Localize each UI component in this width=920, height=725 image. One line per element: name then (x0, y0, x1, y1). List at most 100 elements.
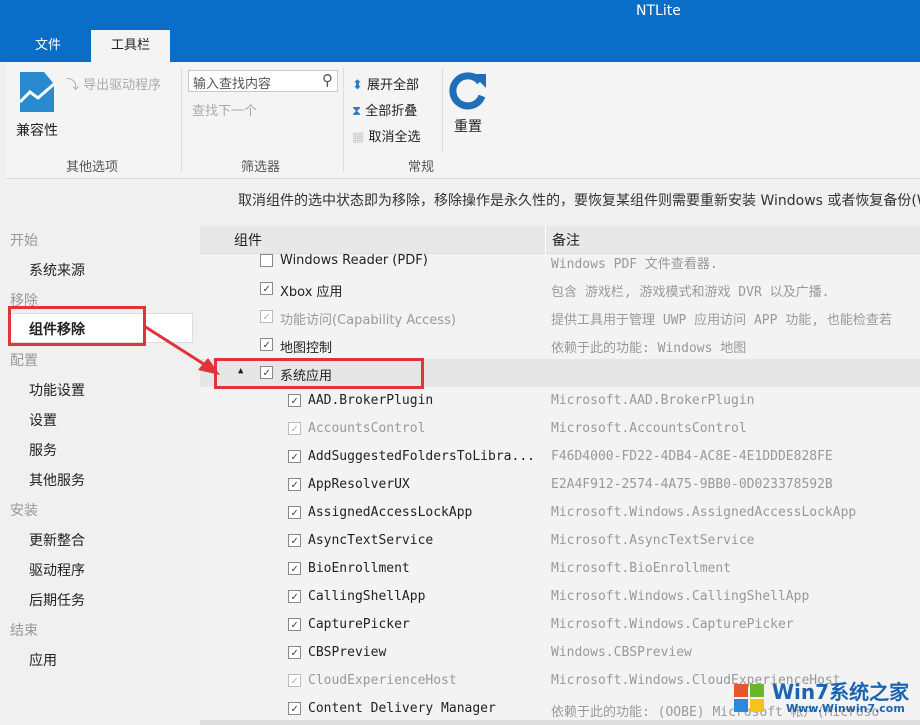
sidebar-section-start: 开始 (10, 233, 38, 249)
row-name: CallingShellApp (308, 589, 426, 604)
row-checkbox[interactable]: ✓ (288, 422, 301, 435)
row-name: BioEnrollment (308, 561, 410, 576)
collapse-all-button[interactable]: ⧗ 全部折叠 (352, 100, 417, 119)
sidebar-item-drivers[interactable]: 驱动程序 (29, 560, 85, 580)
row-name: AddSuggestedFoldersToLibra... (308, 449, 535, 464)
row-note: E2A4F912-2574-4A75-9BB0-0D023378592B (551, 477, 833, 492)
sidebar-section-finish: 结束 (10, 623, 38, 639)
table-row[interactable]: ✓ AccountsControl Microsoft.AccountsContro… (200, 415, 920, 443)
chart-icon (20, 72, 54, 112)
compat-button[interactable]: 兼容性 (16, 66, 58, 146)
row-checkbox[interactable]: ✓ (260, 338, 273, 351)
row-note: Microsoft.BioEnrollment (551, 561, 732, 576)
sidebar-item-settings[interactable]: 设置 (29, 410, 57, 430)
row-checkbox[interactable]: ✓ (288, 646, 301, 659)
row-checkbox[interactable] (260, 254, 273, 267)
tab-toolbar[interactable]: 工具栏 (91, 30, 170, 62)
row-checkbox[interactable]: ✓ (288, 562, 301, 575)
row-name: AAD.BrokerPlugin (308, 393, 434, 408)
deselect-all-button[interactable]: ▦ 取消全选 (352, 126, 420, 145)
row-name: AccountsControl (308, 421, 426, 436)
row-note: Microsoft.AAD.BrokerPlugin (551, 393, 755, 408)
annotation-box-sidebar (8, 306, 146, 346)
tab-file[interactable]: 文件 (8, 30, 88, 62)
watermark-logo: Win7系统之家 Www.Winwin7.com (730, 676, 920, 721)
row-name: CBSPreview (308, 645, 387, 660)
component-list: 组件 备注 Windows Reader (PDF) Windows PDF 文件… (200, 226, 920, 720)
expand-all-button[interactable]: ⬍ 展开全部 (352, 74, 419, 93)
ribbon: 兼容性 ⤵ 导出驱动程序 其他选项 输入查找内容 ⚲ 查找下一个 筛选器 ⬍ 展开… (6, 62, 920, 179)
row-name: AssignedAccessLockApp (308, 505, 473, 520)
row-checkbox[interactable]: ✓ (260, 310, 273, 323)
sidebar-item-source[interactable]: 系统来源 (29, 260, 85, 280)
grid-icon: ▦ (352, 130, 365, 145)
table-row[interactable]: ✓ CallingShellApp Microsoft.Windows.Callin… (200, 583, 920, 611)
windows-logo-icon (734, 684, 764, 712)
sidebar-section-config: 配置 (10, 353, 38, 369)
sidebar-item-post-tasks[interactable]: 后期任务 (29, 590, 85, 610)
row-note: Microsoft.Windows.AssignedAccessLockApp (551, 505, 857, 520)
sidebar-item-services[interactable]: 服务 (29, 440, 57, 460)
sidebar-item-updates[interactable]: 更新整合 (29, 530, 85, 550)
row-name: 地图控制 (280, 341, 333, 356)
reset-button[interactable]: 重置 (448, 70, 490, 140)
table-row[interactable]: ✓ Xbox 应用 包含 游戏栏, 游戏模式和游戏 DVR 以及广播. (200, 275, 920, 303)
row-name: Windows Reader (PDF) (280, 253, 428, 268)
row-note: F46D4000-FD22-4DB4-AC8E-4E1DDDE828FE (551, 449, 833, 464)
annotation-box-system-apps (214, 358, 424, 389)
row-name: CloudExperienceHost (308, 673, 457, 688)
row-checkbox[interactable]: ✓ (288, 618, 301, 631)
row-checkbox[interactable]: ✓ (288, 506, 301, 519)
search-input[interactable]: 输入查找内容 ⚲ (188, 70, 338, 92)
row-note: 提供工具用于管理 UWP 应用访问 APP 功能, 也能检查若 (551, 313, 892, 328)
table-row[interactable]: ✓ AddSuggestedFoldersToLibra... F46D4000-F… (200, 443, 920, 471)
title-bar: NTLite 文件 工具栏 (0, 0, 920, 62)
table-row[interactable]: ✓ AsyncTextService Microsoft.AsyncTextServ… (200, 527, 920, 555)
row-checkbox[interactable]: ✓ (288, 394, 301, 407)
row-name: 功能访问(Capability Access) (280, 313, 456, 328)
row-checkbox[interactable]: ✓ (288, 590, 301, 603)
table-row[interactable]: ✓ 地图控制 依赖于此的功能: Windows 地图 (200, 331, 920, 359)
row-note: 依赖于此的功能: Windows 地图 (551, 341, 747, 356)
search-icon[interactable]: ⚲ (322, 71, 333, 89)
row-note: Microsoft.Windows.CallingShellApp (551, 589, 810, 604)
row-name: AsyncTextService (308, 533, 434, 548)
refresh-icon (449, 72, 486, 110)
sidebar-section-install: 安装 (10, 503, 38, 519)
group-filter-label: 筛选器 (241, 160, 281, 175)
table-row[interactable]: ✓ CBSPreview Windows.CBSPreview (200, 639, 920, 667)
row-note: 包含 游戏栏, 游戏模式和游戏 DVR 以及广播. (551, 285, 830, 300)
find-next-button[interactable]: 查找下一个 (192, 100, 257, 119)
row-note: Microsoft.AsyncTextService (551, 533, 755, 548)
row-checkbox[interactable]: ✓ (288, 674, 301, 687)
sidebar-item-other-services[interactable]: 其他服务 (29, 470, 85, 490)
sidebar-item-apply[interactable]: 应用 (29, 650, 57, 670)
row-name: CapturePicker (308, 617, 410, 632)
row-note: Windows.CBSPreview (551, 645, 692, 660)
row-checkbox[interactable]: ✓ (260, 282, 273, 295)
window-title: NTLite (636, 3, 681, 19)
table-row[interactable]: Windows Reader (PDF) Windows PDF 文件查看器. (200, 247, 920, 275)
sidebar-item-features[interactable]: 功能设置 (29, 380, 85, 400)
table-row[interactable]: ✓ AppResolverUX E2A4F912-2574-4A75-9BB0-0D… (200, 471, 920, 499)
row-note: Microsoft.AccountsControl (551, 421, 747, 436)
collapse-icon: ⧗ (352, 104, 362, 119)
row-note: Microsoft.Windows.CapturePicker (551, 617, 794, 632)
arrow-down-icon: ⤵ (66, 78, 80, 93)
annotation-arrow-icon (143, 324, 220, 375)
table-row[interactable]: ✓ AssignedAccessLockApp Microsoft.Windows.… (200, 499, 920, 527)
row-checkbox[interactable]: ✓ (288, 702, 301, 715)
row-checkbox[interactable]: ✓ (288, 478, 301, 491)
table-row[interactable]: ✓ AAD.BrokerPlugin Microsoft.AAD.BrokerPlu… (200, 387, 920, 415)
row-checkbox[interactable]: ✓ (288, 534, 301, 547)
row-checkbox[interactable]: ✓ (288, 450, 301, 463)
row-note: Windows PDF 文件查看器. (551, 257, 718, 272)
expand-icon: ⬍ (352, 78, 363, 93)
table-row[interactable]: ✓ 功能访问(Capability Access) 提供工具用于管理 UWP 应用访… (200, 303, 920, 331)
table-row[interactable]: ✓ CapturePicker Microsoft.Windows.CaptureP… (200, 611, 920, 639)
group-general-label: 常规 (408, 160, 435, 175)
row-name: Xbox 应用 (280, 285, 343, 300)
export-drivers-button[interactable]: ⤵ 导出驱动程序 (66, 74, 161, 93)
table-row[interactable]: ✓ BioEnrollment Microsoft.BioEnrollment (200, 555, 920, 583)
row-name: Content Delivery Manager (308, 701, 496, 716)
